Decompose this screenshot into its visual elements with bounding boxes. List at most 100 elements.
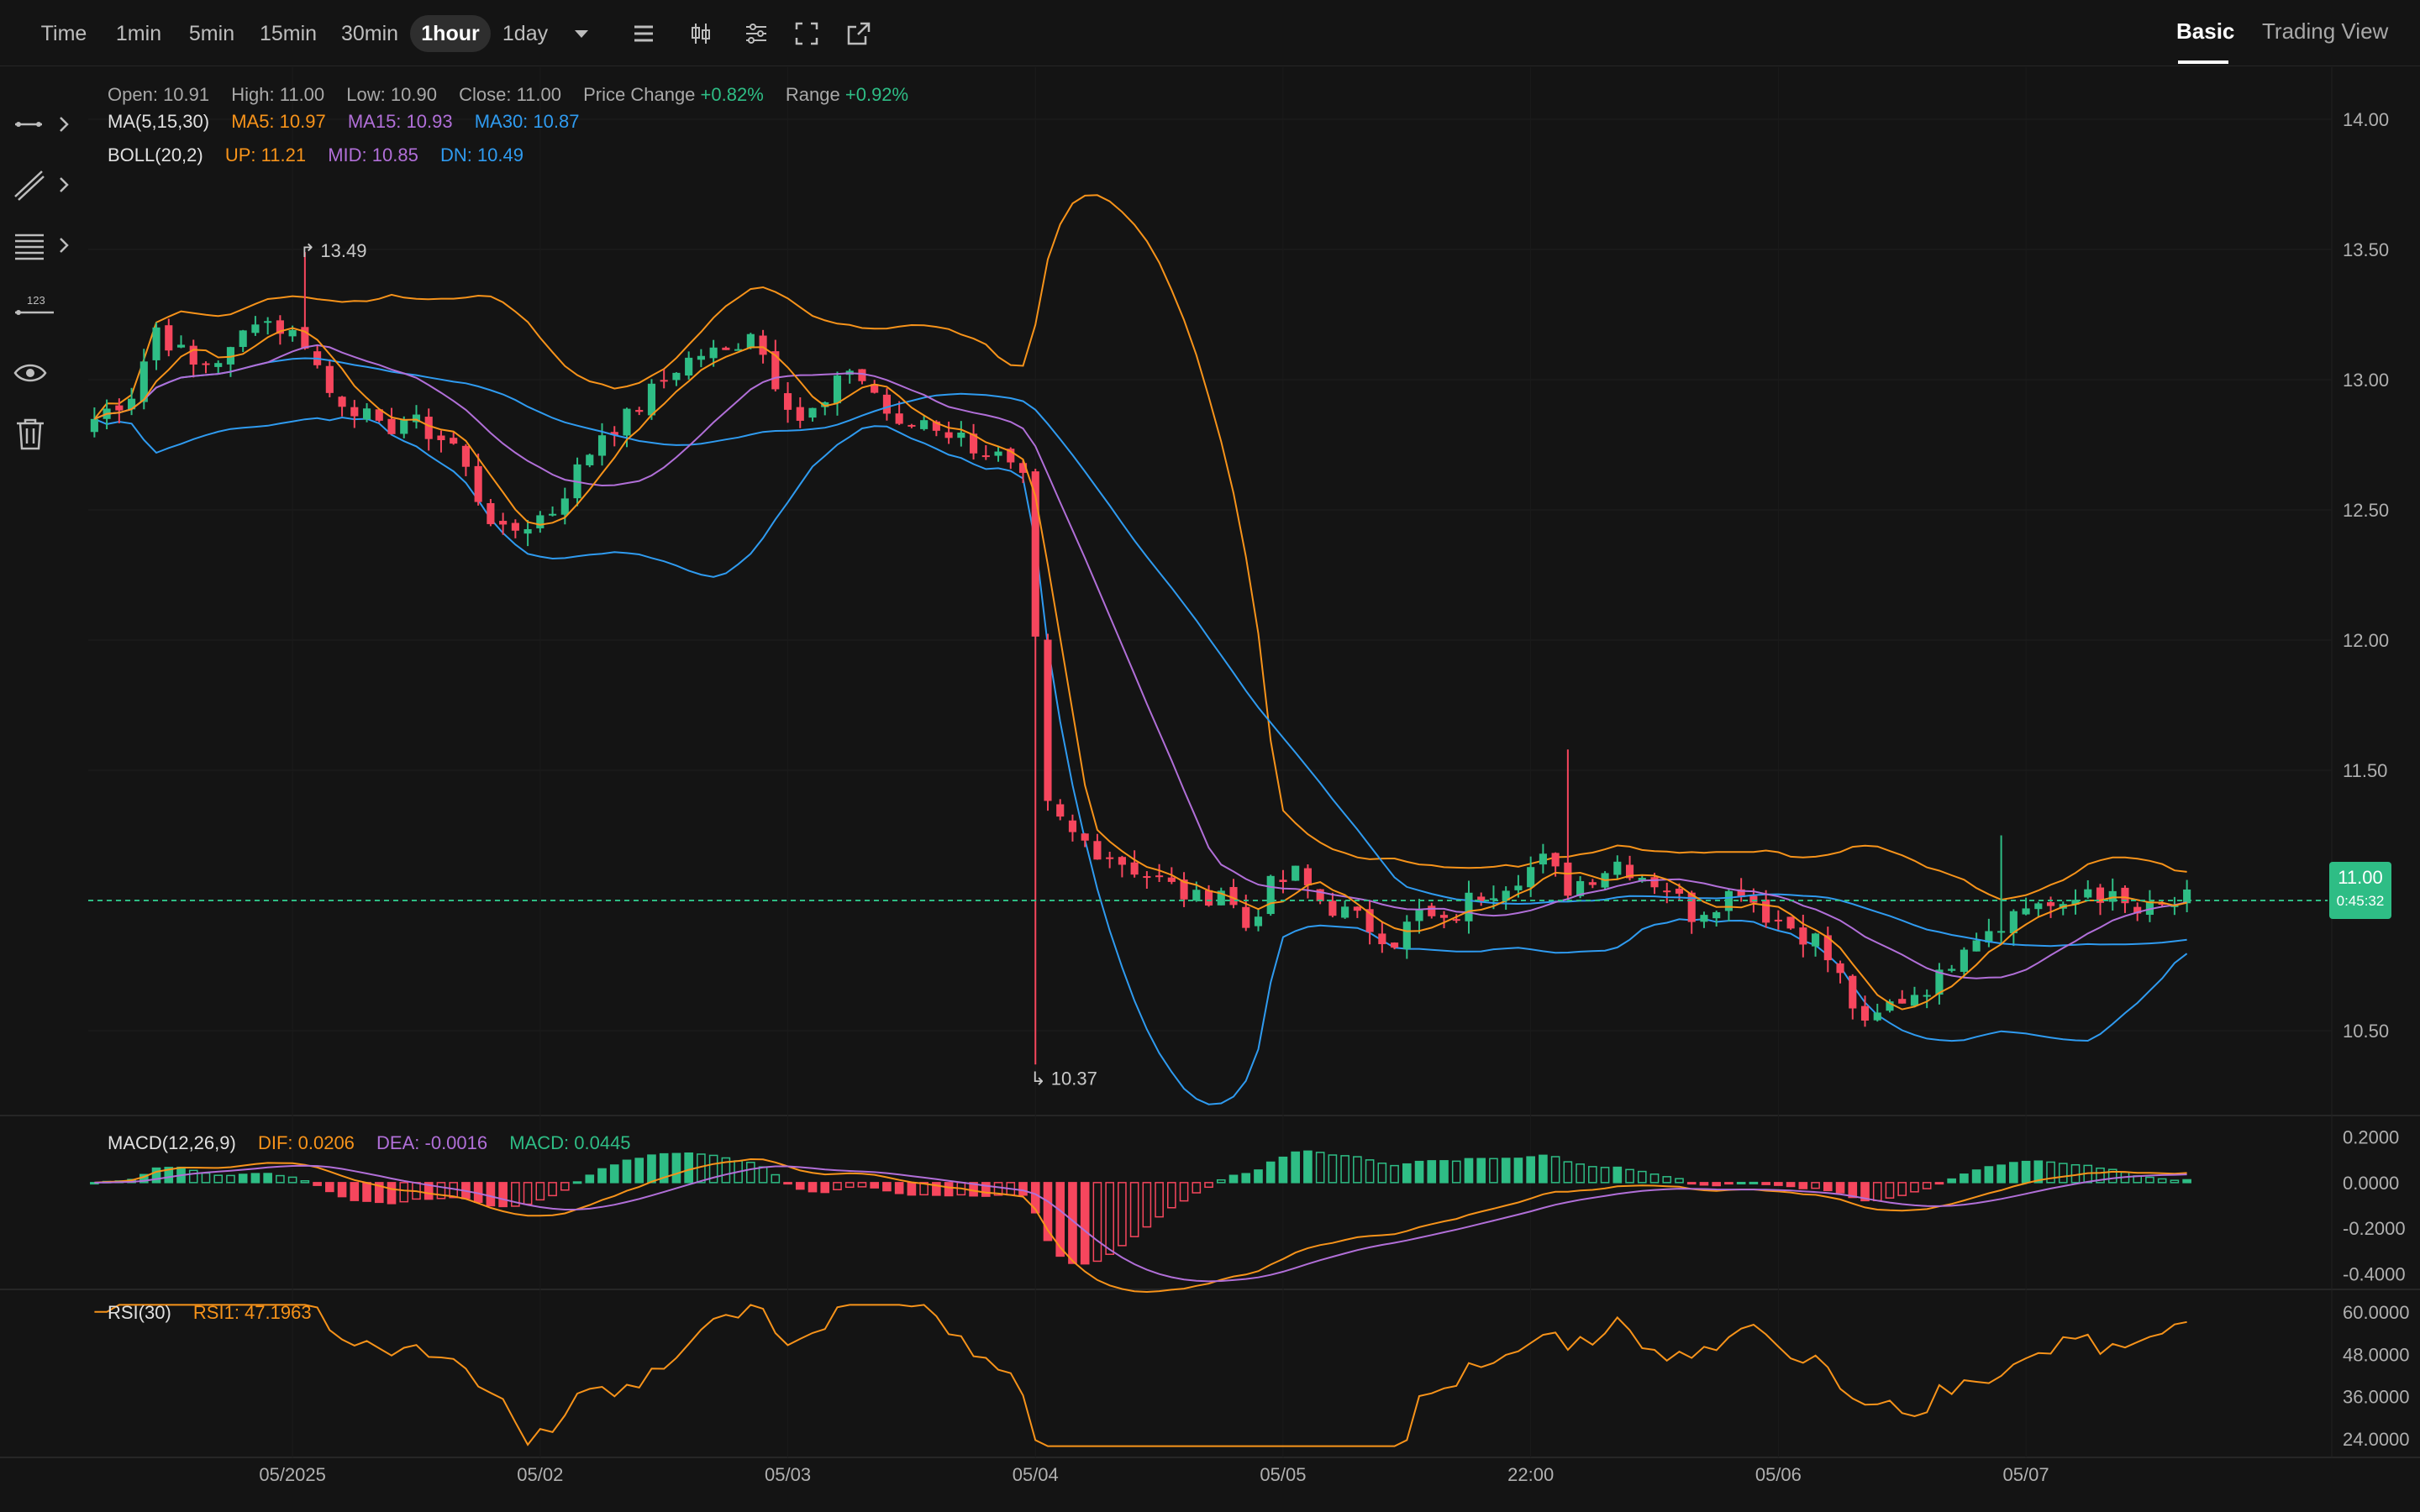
candle-body [499, 521, 508, 525]
range-value: +0.92% [844, 84, 909, 105]
macd-histogram-bar [399, 1182, 409, 1203]
current-price-value: 11.00 [2338, 867, 2383, 888]
candle-body [1353, 906, 1361, 911]
candle-body [1910, 995, 1919, 1006]
candle-body [1786, 916, 1795, 929]
candle-body [1948, 969, 1956, 971]
macd-histogram-bar [1167, 1182, 1176, 1209]
change-value: +0.82% [700, 84, 764, 105]
price-axis-label: 11.50 [2343, 760, 2387, 781]
macd-histogram-bar [1662, 1176, 1672, 1184]
time-axis-label: 05/2025 [259, 1464, 326, 1485]
macd-histogram-bar [1390, 1164, 1399, 1184]
candle-body [461, 445, 470, 467]
macd-histogram-bar [1179, 1182, 1189, 1202]
boll-mid-value: MID: 10.85 [328, 144, 418, 165]
candle-body [994, 451, 1002, 456]
candle-body [1812, 933, 1820, 947]
macd-histogram-bar [647, 1154, 656, 1184]
candle-body [1972, 940, 1981, 952]
macd-histogram-bar [362, 1182, 371, 1202]
candle-body [1155, 875, 1164, 878]
macd-histogram-bar [1018, 1182, 1028, 1196]
candle-body [1539, 853, 1547, 865]
macd-histogram-bar [1724, 1182, 1733, 1185]
macd-histogram-bar [1365, 1159, 1375, 1184]
macd-histogram-bar [894, 1182, 904, 1194]
candle-body [1836, 963, 1844, 974]
macd-histogram-bar [1303, 1150, 1313, 1184]
candle-body [264, 321, 272, 323]
macd-histogram-bar [151, 1167, 161, 1184]
ma15-line [94, 344, 2187, 979]
candle-body [1056, 804, 1065, 817]
candle-body [1266, 875, 1275, 915]
macd-histogram-bar [1649, 1173, 1660, 1184]
macd-histogram-bar [276, 1174, 285, 1184]
macd-histogram-bar [1588, 1166, 1597, 1184]
macd-histogram-bar [1105, 1182, 1114, 1255]
macd-histogram-bar [350, 1182, 360, 1201]
range-label: Range [785, 84, 840, 105]
candle-body [1254, 916, 1263, 927]
candle-body [1130, 862, 1139, 875]
candle-body [251, 324, 260, 333]
macd-histogram-bar [2058, 1163, 2068, 1184]
candle-body [2034, 903, 2043, 910]
macd-histogram-bar [560, 1182, 570, 1191]
macd-histogram-bar [1228, 1174, 1239, 1184]
candle-body [202, 363, 210, 365]
price-chart[interactable]: 14.00 13.50 13.00 12.50 12.00 11.50 11.00 10.50… [0, 0, 2420, 1512]
macd-axis-label: 0.2000 [2343, 1127, 2399, 1148]
candle-body [1402, 921, 1411, 949]
candle-body [1898, 999, 1907, 1004]
candle-body [1923, 995, 1931, 997]
macd-histogram-bar [1377, 1163, 1387, 1184]
macd-histogram-bar [1637, 1170, 1647, 1184]
candle-body [1279, 879, 1287, 882]
candle-body [387, 418, 396, 434]
candle-body [549, 513, 557, 516]
candle-body [1204, 890, 1213, 906]
price-axis-label: 13.50 [2343, 239, 2389, 260]
macd-histogram-bar [585, 1174, 595, 1184]
candle-body [920, 420, 929, 429]
macd-histogram-bar [1798, 1182, 1808, 1189]
macd-histogram-bar [300, 1180, 310, 1184]
macd-histogram-bar [2145, 1176, 2154, 1184]
macd-histogram-bar [1625, 1168, 1634, 1184]
candle-body [623, 408, 631, 436]
candle-body [944, 432, 953, 438]
low-label: Low: [346, 84, 386, 105]
rsi-axis-label: 36.0000 [2343, 1387, 2410, 1408]
candle-body [1341, 906, 1349, 918]
low-value: 10.90 [390, 84, 437, 105]
macd-axis-label: -0.2000 [2343, 1218, 2406, 1239]
candle-body [722, 347, 730, 350]
candle-body [597, 435, 607, 456]
rsi-axis-label: 24.0000 [2343, 1429, 2410, 1450]
macd-histogram-bar [833, 1182, 842, 1190]
macd-histogram-bar [1576, 1163, 1585, 1184]
candle-body [424, 417, 433, 439]
candle-body [672, 372, 681, 381]
close-label: Close: [459, 84, 512, 105]
candle-body [189, 345, 197, 365]
candle-body [1514, 885, 1523, 890]
candle-body [2022, 908, 2030, 915]
macd-histogram-bar [1254, 1169, 1263, 1184]
macd-histogram-bar [1402, 1163, 1412, 1184]
macd-histogram-bar [1241, 1173, 1251, 1184]
candle-body [1527, 867, 1535, 888]
macd-legend: MACD(12,26,9) DIF: 0.0206 DEA: -0.0016 M… [108, 1132, 648, 1154]
candle-body [523, 528, 532, 534]
macd-histogram-bar [758, 1166, 768, 1184]
macd-histogram-bar [188, 1169, 198, 1184]
macd-histogram-bar [1427, 1160, 1437, 1184]
candle-body [338, 396, 346, 407]
candle-body [1303, 868, 1312, 886]
candle-body [908, 424, 916, 427]
candle-body [1391, 942, 1399, 948]
macd-histogram-bar [201, 1172, 211, 1184]
ma15-value: MA15: 10.93 [347, 111, 453, 132]
